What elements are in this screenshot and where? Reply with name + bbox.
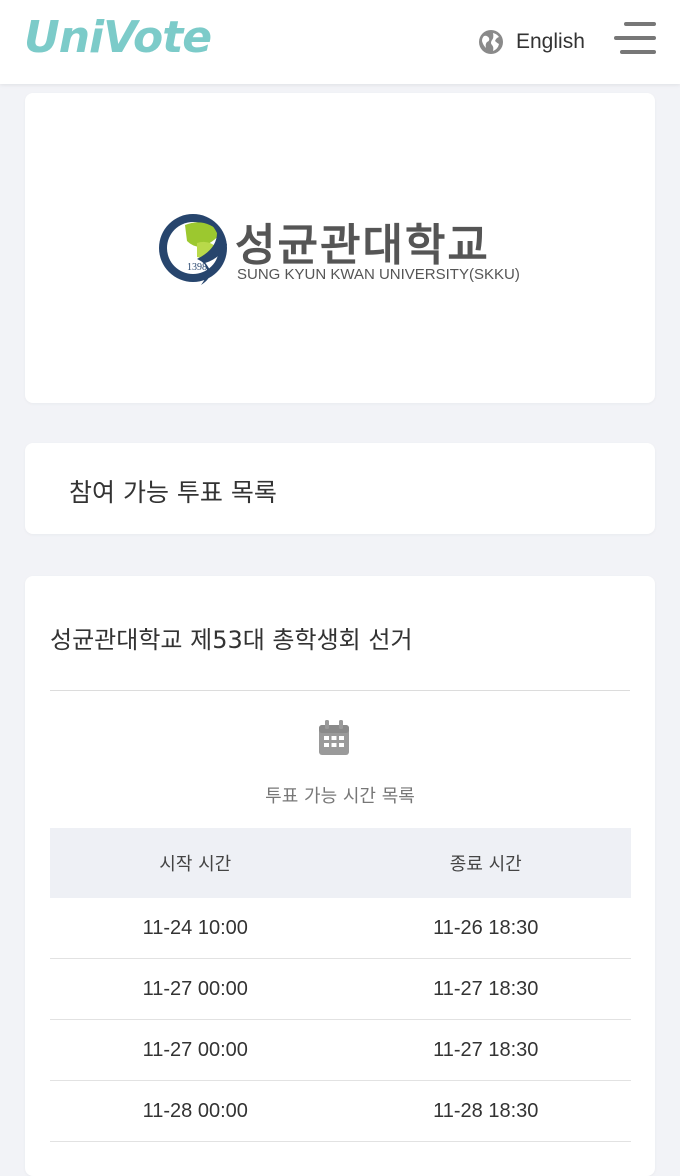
page-title: 참여 가능 투표 목록 bbox=[69, 478, 277, 507]
hamburger-menu-icon[interactable] bbox=[614, 22, 656, 56]
language-selector[interactable]: English bbox=[478, 28, 585, 56]
end-time-cell: 11-26 18:30 bbox=[433, 916, 539, 939]
calendar-icon bbox=[319, 720, 349, 755]
start-time-cell: 11-24 10:00 bbox=[142, 916, 248, 939]
page-heading-card: 참여 가능 투표 목록 bbox=[25, 443, 655, 534]
column-header-start: 시작 시간 bbox=[159, 854, 232, 875]
voting-time-table: 시작 시간 종료 시간 11-24 10:00 11-26 18:30 11-2… bbox=[50, 828, 631, 1142]
table-row: 11-28 00:00 11-28 18:30 bbox=[50, 1081, 631, 1142]
founded-year: 1398 bbox=[187, 262, 207, 273]
table-row: 11-27 00:00 11-27 18:30 bbox=[50, 1020, 631, 1081]
university-logo-card: 1398 성균관대학교 SUNG KYUN KWAN UNIVERSITY(SK… bbox=[25, 93, 655, 403]
start-time-cell: 11-28 00:00 bbox=[142, 1099, 248, 1122]
vote-card[interactable]: 성균관대학교 제53대 총학생회 선거 투표 가능 시간 목록 시작 시간 종료… bbox=[25, 576, 655, 1176]
column-header-end: 종료 시간 bbox=[449, 854, 522, 875]
univote-logo[interactable]: UniVote bbox=[24, 12, 212, 63]
university-name-korean: 성균관대학교 bbox=[235, 220, 490, 271]
language-label: English bbox=[516, 30, 585, 53]
start-time-cell: 11-27 00:00 bbox=[142, 977, 248, 1000]
end-time-cell: 11-27 18:30 bbox=[433, 977, 539, 1000]
university-name-english: SUNG KYUN KWAN UNIVERSITY(SKKU) bbox=[237, 266, 520, 283]
skku-emblem-icon: 1398 bbox=[159, 214, 227, 285]
voting-time-list-label: 투표 가능 시간 목록 bbox=[265, 786, 415, 807]
divider bbox=[50, 690, 630, 691]
end-time-cell: 11-28 18:30 bbox=[433, 1099, 539, 1122]
vote-title[interactable]: 성균관대학교 제53대 총학생회 선거 bbox=[50, 620, 413, 655]
globe-icon bbox=[479, 30, 503, 54]
table-row: 11-27 00:00 11-27 18:30 bbox=[50, 959, 631, 1020]
end-time-cell: 11-27 18:30 bbox=[433, 1038, 539, 1061]
table-row: 11-24 10:00 11-26 18:30 bbox=[50, 898, 631, 959]
table-header: 시작 시간 종료 시간 bbox=[50, 828, 631, 898]
start-time-cell: 11-27 00:00 bbox=[142, 1038, 248, 1061]
top-header: UniVote English bbox=[0, 0, 680, 84]
